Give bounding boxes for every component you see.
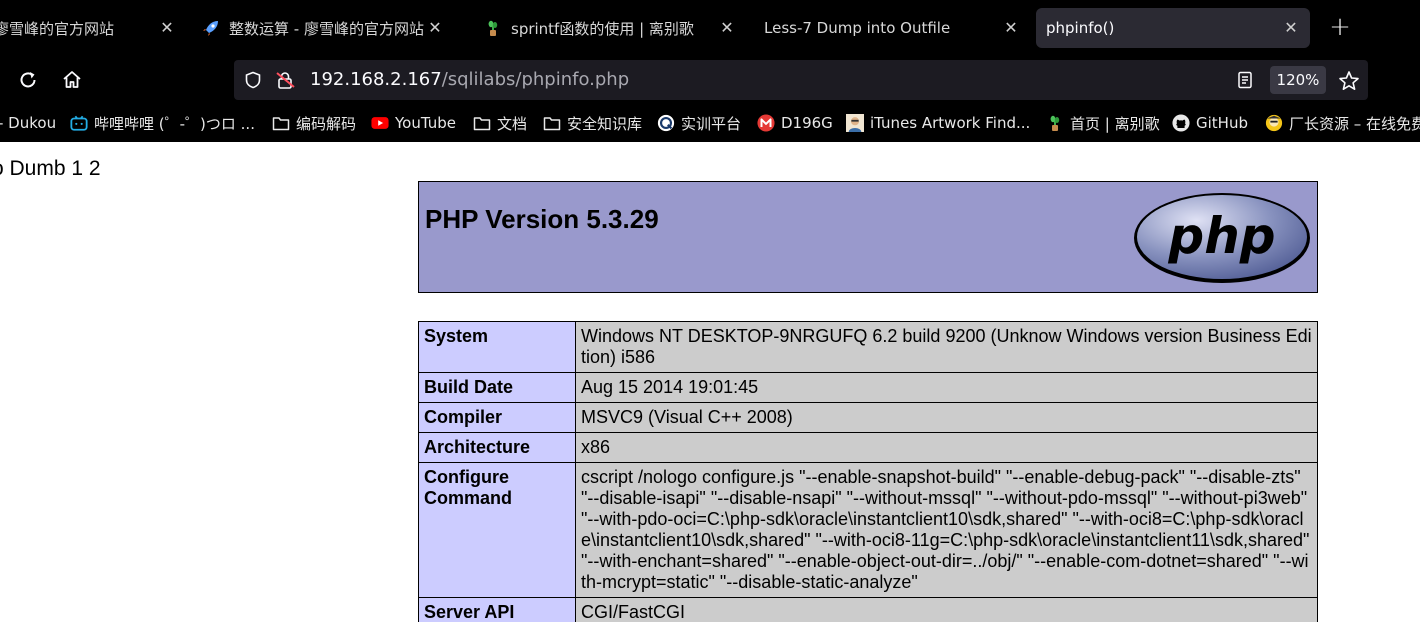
rocket-icon [202,19,220,37]
phpinfo-table: System Windows NT DESKTOP-9NRGUFQ 6.2 bu… [418,321,1318,622]
bilibili-icon [70,114,88,132]
home-button[interactable] [60,68,84,92]
table-row: Build Date Aug 15 2014 19:01:45 [418,372,1318,403]
bookmark-training-platform[interactable]: 实训平台 [657,112,741,134]
tab-title: phpinfo() [1046,19,1115,37]
bookmark-label: 厂长资源 – 在线免费 [1289,114,1420,133]
factory-icon [1265,114,1283,132]
reload-button[interactable] [16,68,40,92]
bookmark-dukou[interactable]: - Dukou [0,112,56,134]
insecure-lock-icon[interactable] [276,71,296,94]
close-icon[interactable]: ✕ [158,19,176,37]
bookmark-security-kb[interactable]: 安全知识库 [543,112,642,134]
bookmark-changzhang[interactable]: 厂长资源 – 在线免费 [1265,112,1420,134]
php-version-title: PHP Version 5.3.29 [425,204,659,234]
zoom-level-button[interactable]: 120% [1270,66,1326,94]
row-value: cscript /nologo configure.js "--enable-s… [575,462,1318,598]
dumb-output-text: o Dumb 1 2 [0,157,101,180]
tab-title: Less-7 Dump into Outfile [764,19,951,37]
php-logo[interactable]: php [1133,191,1311,290]
new-tab-button[interactable]: + [1326,14,1354,42]
url-host: 192.168.2.167 [310,69,442,90]
table-row: System Windows NT DESKTOP-9NRGUFQ 6.2 bu… [418,321,1318,373]
bookmark-bilibili[interactable]: 哔哩哔哩 (゜-゜)つロ ... [70,112,255,134]
tab-strip: 廖雪峰的官方网站 ✕ 整数运算 - 廖雪峰的官方网站 ✕ sprintf函数的使… [0,0,1420,56]
bookmark-label: YouTube [395,114,456,132]
bookmark-label: 文档 [497,114,528,133]
php-version-header: PHP Version 5.3.29 php [418,181,1318,293]
bookmark-label: 编码解码 [296,114,357,133]
plant-icon [1046,114,1064,132]
tab-liaoxuefeng[interactable]: 廖雪峰的官方网站 ✕ [0,8,186,48]
row-value: Aug 15 2014 19:01:45 [575,372,1318,403]
php-logo-text: php [1167,207,1275,265]
bookmark-label: iTunes Artwork Find... [870,114,1031,132]
close-icon[interactable]: ✕ [718,19,736,37]
bookmark-docs[interactable]: 文档 [473,112,527,134]
tab-less7[interactable]: Less-7 Dump into Outfile ✕ [756,8,1030,48]
close-icon[interactable]: ✕ [426,19,444,37]
reader-view-icon[interactable] [1236,71,1254,94]
bookmark-label: GitHub [1196,114,1248,132]
platform-icon [657,114,675,132]
avatar-icon [846,114,864,132]
bookmarks-toolbar: - Dukou 哔哩哔哩 (゜-゜)つロ ... 编码解码 YouTube 文档… [0,104,1420,142]
github-icon [1172,114,1190,132]
bookmark-label: - Dukou [0,114,57,132]
tab-title: 廖雪峰的官方网站 [0,19,115,38]
bookmark-label: 实训平台 [681,114,742,133]
bookmark-label: 首页 | 离别歌 [1070,114,1160,133]
row-value: Windows NT DESKTOP-9NRGUFQ 6.2 build 920… [575,321,1318,373]
bookmark-label: D196G [781,114,833,132]
navigation-toolbar: 192.168.2.167/sqlilabs/phpinfo.php 120% [0,56,1420,104]
home-icon [63,71,81,88]
bookmark-libiege-home[interactable]: 首页 | 离别歌 [1046,112,1160,134]
youtube-icon [371,114,389,132]
folder-icon [272,114,290,132]
row-key: Server API [418,597,576,622]
folder-icon [543,114,561,132]
row-key: Configure Command [418,462,576,598]
folder-icon [473,114,491,132]
bookmark-youtube[interactable]: YouTube [371,112,456,134]
bookmark-star-icon[interactable] [1338,70,1360,97]
bookmark-label: 安全知识库 [567,114,643,133]
m-icon [757,114,775,132]
table-row: Compiler MSVC9 (Visual C++ 2008) [418,402,1318,433]
table-row: Configure Command cscript /nologo config… [418,462,1318,598]
url-text[interactable]: 192.168.2.167/sqlilabs/phpinfo.php [310,69,629,90]
row-key: System [418,321,576,373]
bookmark-d196g[interactable]: D196G [757,112,833,134]
tab-phpinfo[interactable]: phpinfo() ✕ [1036,8,1310,48]
url-path: /sqlilabs/phpinfo.php [441,69,630,90]
tab-title: sprintf函数的使用 | 离别歌 [511,19,694,38]
bookmark-github[interactable]: GitHub [1172,112,1248,134]
row-value: MSVC9 (Visual C++ 2008) [575,402,1318,433]
tab-sprintf[interactable]: sprintf函数的使用 | 离别歌 ✕ [474,8,746,48]
row-key: Architecture [418,432,576,463]
row-value: CGI/FastCGI [575,597,1318,622]
page-viewport: o Dumb 1 2 PHP Version 5.3.29 php System… [0,142,1420,622]
plant-icon [484,19,502,37]
reload-icon [20,72,36,88]
bookmark-encode-decode[interactable]: 编码解码 [272,112,356,134]
table-row: Server API CGI/FastCGI [418,597,1318,622]
row-key: Compiler [418,402,576,433]
tab-integer-ops[interactable]: 整数运算 - 廖雪峰的官方网站 ✕ [192,8,454,48]
bookmark-label: 哔哩哔哩 (゜-゜)つロ ... [94,114,255,133]
bookmark-itunes-artwork[interactable]: iTunes Artwork Find... [846,112,1030,134]
row-value: x86 [575,432,1318,463]
close-icon[interactable]: ✕ [1002,19,1020,37]
close-icon[interactable]: ✕ [1282,19,1300,37]
row-key: Build Date [418,372,576,403]
address-bar[interactable]: 192.168.2.167/sqlilabs/phpinfo.php 120% [234,60,1368,100]
tab-title: 整数运算 - 廖雪峰的官方网站 [229,19,424,38]
shield-icon[interactable] [244,71,262,94]
table-row: Architecture x86 [418,432,1318,463]
